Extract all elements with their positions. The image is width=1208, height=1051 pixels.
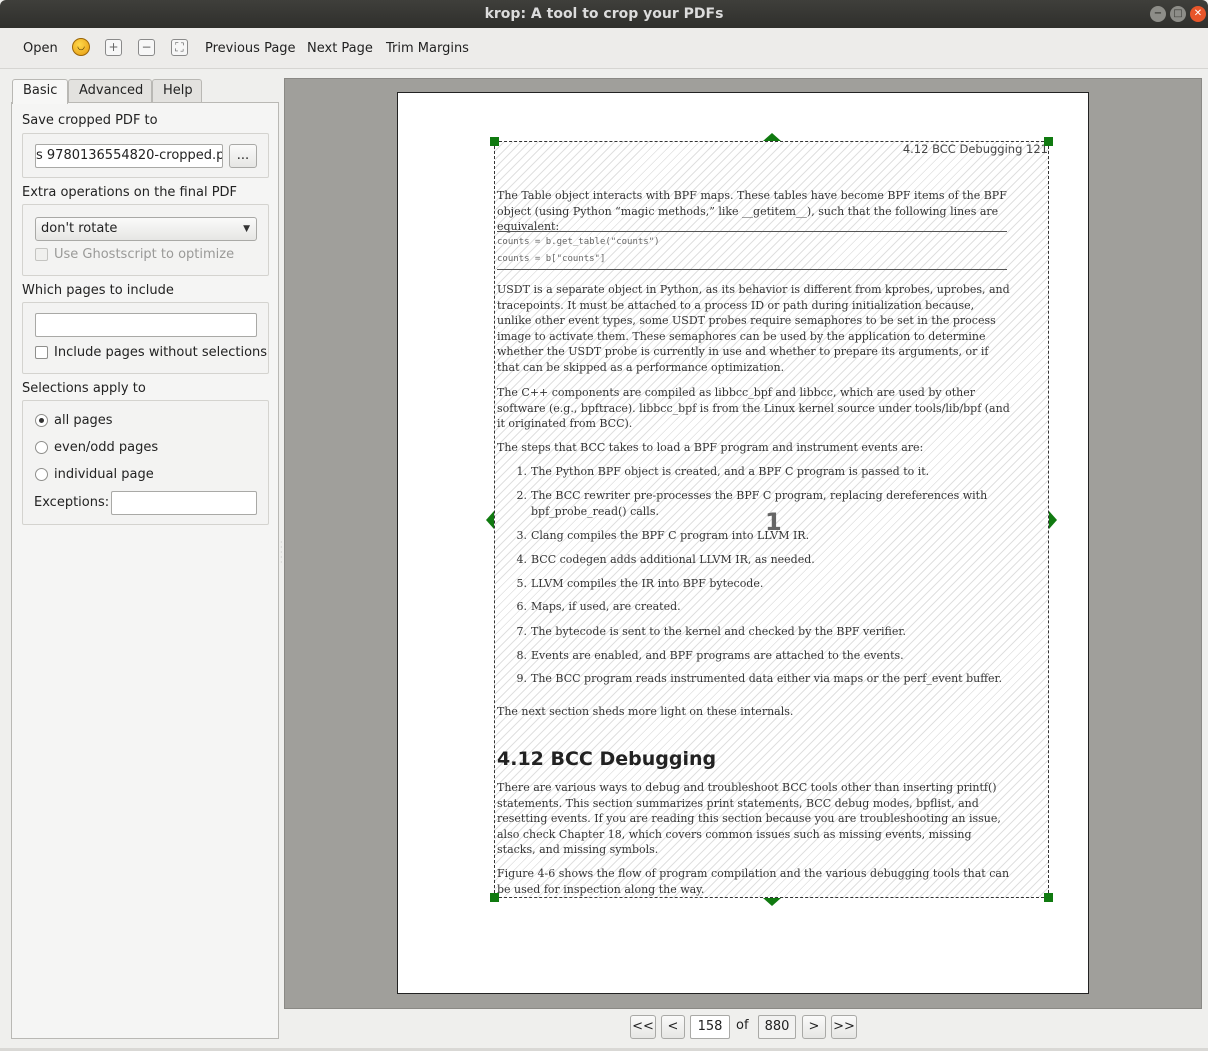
resize-handle-top-right[interactable]	[1044, 137, 1053, 146]
ghostscript-label: Use Ghostscript to optimize	[54, 247, 235, 262]
radio-all-pages-label: all pages	[54, 413, 113, 428]
extra-ops-group: don't rotate ▼ Use Ghostscript to optimi…	[22, 204, 269, 276]
include-without-selections-label: Include pages without selections	[54, 345, 268, 360]
code-top-rule	[497, 231, 1007, 232]
resize-handle-bottom[interactable]	[763, 898, 781, 906]
close-icon[interactable]: ✕	[1190, 6, 1206, 22]
resize-handle-top[interactable]	[763, 133, 781, 141]
radio-even-odd-pages-label: even/odd pages	[54, 440, 159, 455]
selections-apply-label: Selections apply to	[22, 381, 146, 396]
splitter-handle[interactable]: · · · · ·	[280, 539, 283, 570]
zoom-in-icon[interactable]: +	[105, 39, 122, 56]
save-section-label: Save cropped PDF to	[22, 113, 158, 128]
resize-handle-right[interactable]	[1049, 511, 1057, 529]
browse-button[interactable]: ...	[229, 144, 257, 168]
first-page-button[interactable]: <<	[630, 1015, 656, 1039]
pages-label: Which pages to include	[22, 283, 174, 298]
pdf-page: 4.12 BCC Debugging 121 The Table object …	[397, 92, 1089, 994]
paragraph-table-object: The Table object interacts with BPF maps…	[497, 189, 1007, 233]
rotate-select[interactable]: don't rotate ▼	[35, 217, 257, 241]
chevron-down-icon: ▼	[243, 224, 250, 234]
include-without-selections-checkbox[interactable]	[35, 346, 48, 359]
output-path-input[interactable]: s 9780136554820-cropped.pdf	[35, 144, 223, 168]
window-titlebar: krop: A tool to crop your PDFs − □ ✕	[0, 0, 1208, 28]
current-page-input[interactable]: 158	[690, 1015, 730, 1039]
resize-handle-bottom-right[interactable]	[1044, 893, 1053, 902]
paragraph-usdt: USDT is a separate object in Python, as …	[497, 283, 1010, 374]
paragraph-next-section: The next section sheds more light on the…	[497, 705, 794, 718]
section-heading: 4.12 BCC Debugging	[497, 748, 717, 770]
code-line-1: counts = b.get_table("counts")	[497, 237, 660, 247]
rotate-select-value: don't rotate	[41, 221, 118, 236]
window-title: krop: A tool to crop your PDFs	[484, 6, 724, 22]
of-label: of	[736, 1018, 749, 1033]
code-line-2: counts = b["counts"]	[497, 254, 606, 264]
pages-group: Include pages without selections	[22, 302, 269, 374]
save-group: s 9780136554820-cropped.pdf ...	[22, 133, 269, 178]
prev-page-button[interactable]: <	[661, 1015, 685, 1039]
pages-input[interactable]	[35, 313, 257, 337]
exceptions-label: Exceptions:	[34, 495, 110, 510]
selections-group: all pages even/odd pages individual page…	[22, 400, 269, 525]
next-page-button-nav[interactable]: >	[802, 1015, 826, 1039]
maximize-icon[interactable]: □	[1170, 6, 1186, 22]
running-head: 4.12 BCC Debugging 121	[902, 142, 1048, 156]
basic-tab-content: Save cropped PDF to s 9780136554820-crop…	[11, 102, 279, 1039]
pdf-viewer[interactable]: 4.12 BCC Debugging 121 The Table object …	[284, 78, 1202, 1009]
radio-individual-page-label: individual page	[54, 467, 154, 482]
tab-basic[interactable]: Basic	[12, 79, 68, 104]
radio-all-pages[interactable]	[35, 414, 48, 427]
minimize-icon[interactable]: −	[1150, 6, 1166, 22]
last-page-button[interactable]: >>	[831, 1015, 857, 1039]
paragraph-debugging: There are various ways to debug and trou…	[497, 781, 1001, 856]
crop-selection[interactable]: 4.12 BCC Debugging 121 The Table object …	[486, 133, 1057, 906]
settings-panel: Basic Advanced Help Save cropped PDF to …	[11, 79, 279, 1039]
total-pages: 880	[758, 1015, 796, 1039]
ghostscript-checkbox[interactable]	[35, 248, 48, 261]
resize-handle-top-left[interactable]	[490, 137, 499, 146]
trim-margins-button[interactable]: Trim Margins	[386, 38, 469, 60]
paragraph-cpp-components: The C++ components are compiled as libbc…	[497, 386, 1010, 430]
tab-advanced[interactable]: Advanced	[68, 79, 152, 103]
smiley-icon[interactable]: ◡	[72, 38, 90, 56]
radio-individual-page[interactable]	[35, 468, 48, 481]
open-button[interactable]: Open	[23, 38, 58, 60]
radio-even-odd-pages[interactable]	[35, 441, 48, 454]
next-page-button[interactable]: Next Page	[307, 38, 373, 60]
toolbar: Open + − ⛶ Previous Page Next Page Trim …	[0, 28, 1208, 69]
paragraph-steps-intro: The steps that BCC takes to load a BPF p…	[497, 441, 924, 454]
fit-page-icon[interactable]: ⛶	[171, 39, 188, 56]
selection-number: 1	[765, 508, 782, 536]
tab-help[interactable]: Help	[152, 79, 202, 103]
resize-handle-left[interactable]	[486, 511, 494, 529]
zoom-out-icon[interactable]: −	[138, 39, 155, 56]
previous-page-button[interactable]: Previous Page	[205, 38, 296, 60]
resize-handle-bottom-left[interactable]	[490, 893, 499, 902]
exceptions-input[interactable]	[111, 491, 257, 515]
code-bottom-rule	[497, 269, 1007, 270]
extra-ops-label: Extra operations on the final PDF	[22, 185, 238, 200]
paragraph-figure: Figure 4-6 shows the flow of program com…	[497, 867, 1010, 896]
